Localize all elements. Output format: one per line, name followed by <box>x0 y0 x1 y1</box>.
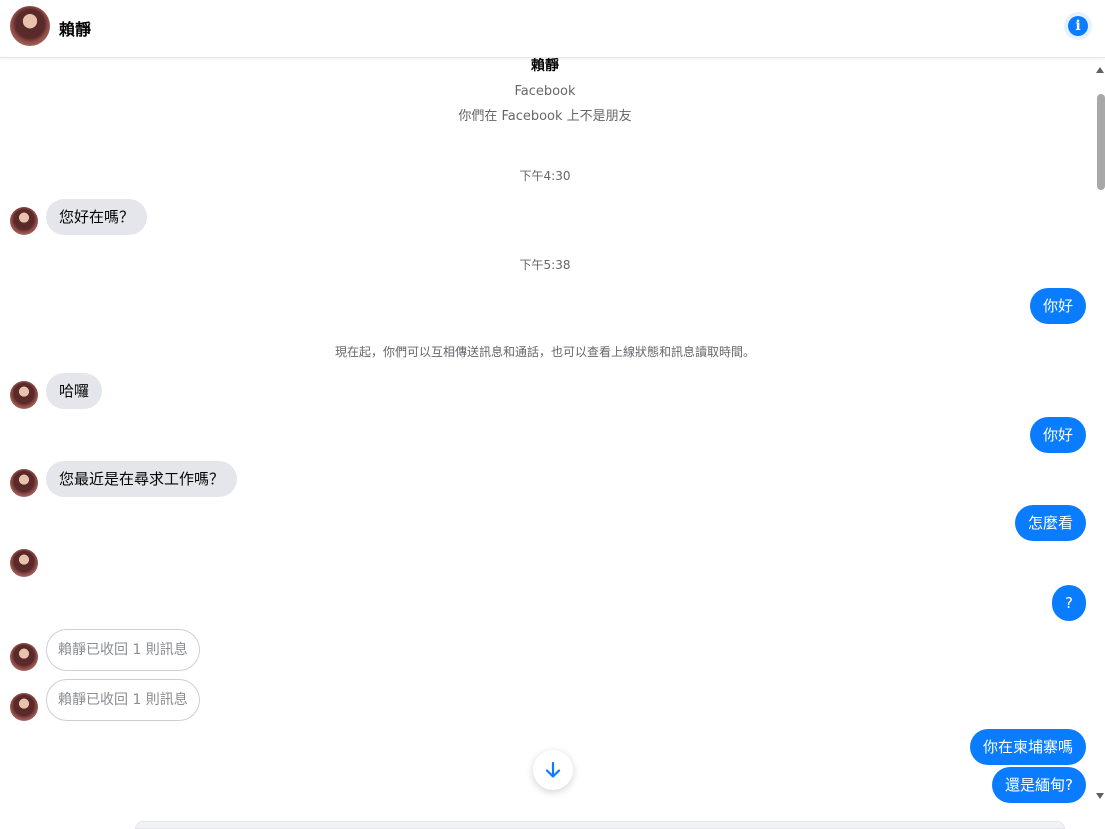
contact-name[interactable]: 賴靜 <box>59 16 91 40</box>
outgoing-message[interactable]: 你好 <box>1029 417 1086 453</box>
message-avatar[interactable] <box>10 207 38 235</box>
recalled-message-notice: 賴靜已收回 1 則訊息 <box>46 679 200 721</box>
scroll-up-arrow-icon[interactable] <box>1096 67 1104 73</box>
incoming-message[interactable]: 您好在嗎？ <box>46 199 148 235</box>
profile-name: 賴靜 <box>531 58 559 74</box>
scrollbar-thumb[interactable] <box>1097 94 1105 190</box>
info-button[interactable]: i <box>1064 12 1092 40</box>
message-scrollbar[interactable] <box>1093 60 1105 805</box>
jump-to-latest-button[interactable] <box>533 750 573 790</box>
conversation-header: 賴靜 i <box>0 0 1105 58</box>
message-avatar[interactable] <box>10 643 38 671</box>
profile-relationship: 你們在 Facebook 上不是朋友 <box>458 109 632 124</box>
outgoing-message[interactable]: 怎麼看 <box>1014 505 1086 541</box>
outgoing-message[interactable]: 你好 <box>1029 288 1086 324</box>
outgoing-message[interactable]: ? <box>1052 585 1086 621</box>
message-composer[interactable] <box>135 821 1065 829</box>
message-avatar[interactable] <box>10 469 38 497</box>
contact-avatar[interactable] <box>10 6 50 46</box>
profile-source: Facebook <box>514 84 576 99</box>
outgoing-message[interactable]: 你在柬埔寨嗎 <box>969 729 1086 765</box>
timestamp: 下午5:38 <box>519 258 571 272</box>
message-avatar[interactable] <box>10 549 38 577</box>
scroll-down-arrow-icon[interactable] <box>1096 793 1104 799</box>
outgoing-message[interactable]: 還是緬甸? <box>992 767 1086 803</box>
system-notice: 現在起，你們可以互相傳送訊息和通話，也可以查看上線狀態和訊息讀取時間。 <box>334 345 755 359</box>
recalled-message-notice: 賴靜已收回 1 則訊息 <box>46 629 200 671</box>
message-avatar[interactable] <box>10 381 38 409</box>
timestamp: 下午4:30 <box>519 169 571 183</box>
incoming-message[interactable]: 哈囉 <box>46 373 103 409</box>
message-avatar[interactable] <box>10 693 38 721</box>
arrow-down-icon <box>545 761 561 778</box>
incoming-message[interactable]: 您最近是在尋求工作嗎？ <box>46 461 238 497</box>
info-icon: i <box>1068 16 1088 36</box>
